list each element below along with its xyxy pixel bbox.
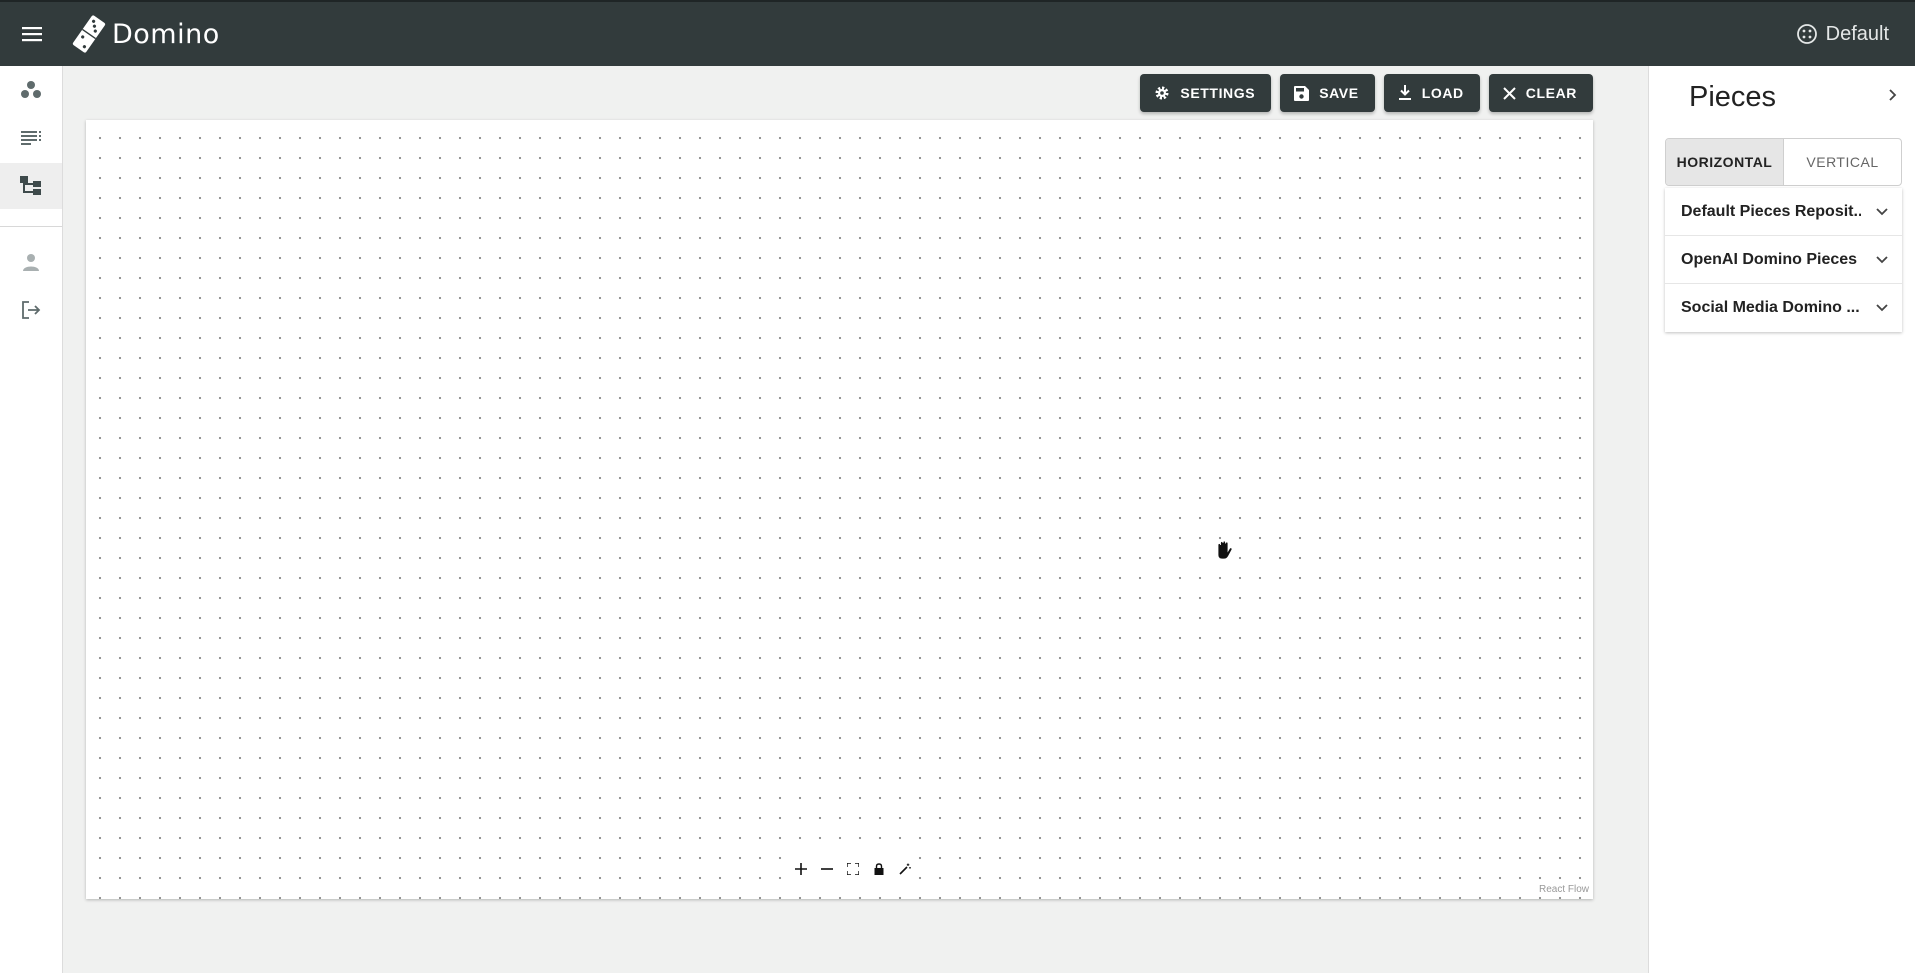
chevron-right-icon — [1889, 89, 1897, 101]
repository-item[interactable]: Social Media Domino ... — [1665, 284, 1902, 332]
repository-item[interactable]: Default Pieces Reposit... — [1665, 188, 1902, 236]
workflow-canvas[interactable]: React Flow — [86, 120, 1593, 899]
nav-item-profile[interactable] — [0, 239, 62, 285]
magic-wand-icon — [899, 863, 911, 875]
chevron-down-icon — [1876, 304, 1888, 312]
workspace-selector[interactable]: Default — [1796, 2, 1889, 66]
logout-icon — [22, 301, 41, 319]
download-icon — [1398, 85, 1411, 100]
person-icon — [23, 254, 39, 271]
close-icon — [1503, 86, 1516, 100]
nav-item-logout[interactable] — [0, 287, 62, 333]
pieces-panel: Pieces HORIZONTAL VERTICAL Default Piece… — [1648, 66, 1915, 973]
clear-label: CLEAR — [1525, 85, 1577, 101]
vertical-option[interactable]: VERTICAL — [1784, 139, 1901, 185]
zoom-out-button[interactable] — [814, 856, 840, 882]
pieces-panel-title: Pieces — [1689, 81, 1777, 113]
repository-label: Social Media Domino ... — [1681, 299, 1860, 316]
nav-item-workspaces[interactable] — [0, 67, 62, 113]
chevron-down-icon — [1876, 255, 1888, 263]
domino-logo-icon — [72, 15, 106, 53]
workspace-label: Default — [1825, 22, 1889, 45]
repository-item[interactable]: OpenAI Domino Pieces — [1665, 236, 1902, 284]
auto-layout-button[interactable] — [892, 856, 918, 882]
clear-button[interactable]: CLEAR — [1488, 74, 1593, 112]
lock-button[interactable] — [866, 856, 892, 882]
canvas-controls — [788, 856, 918, 882]
app-bar: Domino Default — [0, 0, 1915, 66]
collapse-panel-button[interactable] — [1889, 88, 1897, 106]
save-label: SAVE — [1319, 85, 1359, 101]
workspaces-icon — [21, 81, 41, 98]
nav-item-list[interactable] — [0, 115, 62, 161]
list-icon — [21, 131, 41, 145]
settings-label: SETTINGS — [1180, 85, 1256, 101]
repository-label: Default Pieces Reposit... — [1681, 202, 1861, 220]
gear-icon — [1155, 86, 1169, 100]
horizontal-option[interactable]: HORIZONTAL — [1666, 139, 1784, 185]
nav-item-workflow-editor[interactable] — [0, 163, 62, 209]
fullscreen-icon — [847, 863, 859, 875]
minus-icon — [821, 868, 833, 870]
react-flow-attribution[interactable]: React Flow — [1539, 884, 1589, 895]
side-nav — [0, 66, 63, 973]
fit-view-button[interactable] — [840, 856, 866, 882]
repository-list: Default Pieces Reposit... OpenAI Domino … — [1665, 188, 1902, 332]
hamburger-icon — [22, 27, 42, 42]
workspace-icon — [1796, 24, 1817, 44]
repository-label: OpenAI Domino Pieces — [1681, 250, 1858, 268]
grab-cursor-icon — [1214, 540, 1234, 565]
settings-button[interactable]: SETTINGS — [1140, 74, 1272, 112]
plus-icon — [795, 863, 807, 875]
load-label: LOAD — [1421, 85, 1464, 101]
load-button[interactable]: LOAD — [1383, 74, 1480, 112]
app-logo[interactable]: Domino — [72, 13, 220, 55]
hamburger-menu-button[interactable] — [16, 18, 48, 50]
nav-divider — [0, 226, 62, 227]
lock-icon — [874, 863, 884, 875]
zoom-in-button[interactable] — [788, 856, 814, 882]
workflow-editor-icon — [20, 176, 41, 195]
editor-toolbar: SETTINGS SAVE LOAD CLEAR — [1140, 74, 1593, 112]
app-name: Domino — [112, 18, 220, 50]
save-button[interactable]: SAVE — [1280, 74, 1375, 112]
save-icon — [1294, 85, 1310, 101]
chevron-down-icon — [1876, 207, 1888, 215]
orientation-toggle: HORIZONTAL VERTICAL — [1665, 138, 1902, 186]
